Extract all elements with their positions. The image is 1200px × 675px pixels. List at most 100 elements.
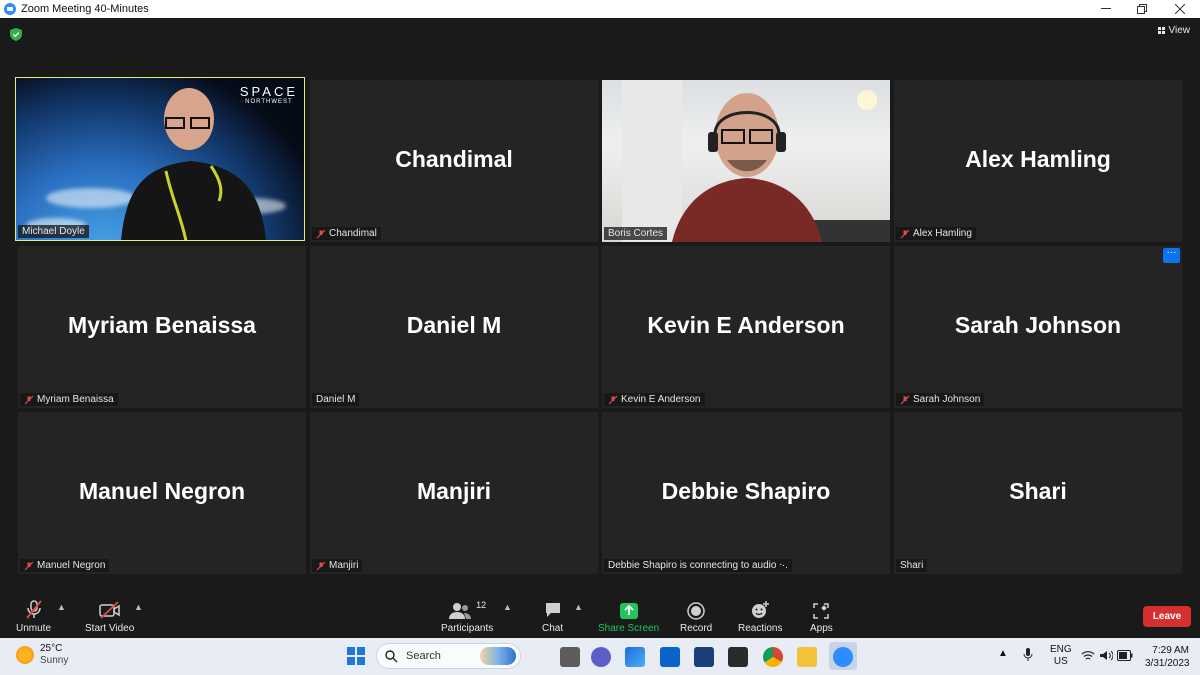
participant-name-label: Chandimal: [312, 227, 381, 240]
teams-icon[interactable]: [591, 647, 611, 667]
share-screen-icon: [619, 598, 639, 620]
participant-name-label: Shari: [896, 559, 928, 572]
muted-mic-icon: [608, 395, 618, 404]
participants-button[interactable]: 12 Participants: [441, 598, 493, 634]
participant-status-label: Debbie Shapiro is connecting to audio ᐧ·…: [604, 559, 792, 572]
todo-icon[interactable]: [625, 647, 645, 667]
weather-widget[interactable]: 25°C Sunny: [16, 643, 68, 667]
participant-name-label: Alex Hamling: [896, 227, 976, 240]
search-icon: [385, 649, 398, 662]
record-icon: [687, 598, 705, 620]
task-view-icon[interactable]: [560, 647, 580, 667]
battery-icon[interactable]: [1117, 650, 1133, 661]
wifi-icon[interactable]: [1081, 650, 1095, 661]
restore-icon[interactable]: [1124, 0, 1160, 18]
security-shield-icon[interactable]: [10, 28, 22, 41]
participant-name-display: Myriam Benaissa: [68, 312, 256, 338]
video-tile-manuel-negron[interactable]: Manuel Negron Manuel Negron: [18, 412, 306, 574]
participant-name-display: Alex Hamling: [965, 146, 1111, 172]
video-tile-michael-doyle[interactable]: SPACE NORTHWEST Michael Doyle: [15, 77, 305, 241]
chat-bubble-icon: [543, 598, 563, 620]
participant-name-display: Shari: [1009, 478, 1067, 504]
muted-mic-icon: [316, 229, 326, 238]
muted-mic-icon: [24, 395, 34, 404]
minimize-icon[interactable]: [1088, 0, 1124, 18]
video-tile-chandimal[interactable]: Chandimal Chandimal: [310, 80, 598, 242]
meeting-control-bar: Unmute ▲ Start Video ▲ 12 Participants ▲…: [0, 594, 1200, 638]
video-tile-debbie-shapiro[interactable]: Debbie Shapiro Debbie Shapiro is connect…: [602, 412, 890, 574]
video-tile-shari[interactable]: Shari Shari: [894, 412, 1182, 574]
participant-name-label: Boris Cortes: [604, 227, 668, 240]
windows-start-icon[interactable]: [347, 647, 365, 665]
participant-name-label: Daniel M: [312, 393, 360, 406]
taskbar-search[interactable]: Search: [376, 643, 521, 669]
participant-name-label: Michael Doyle: [18, 225, 89, 238]
participant-name-label: Manjiri: [312, 559, 363, 572]
participant-name-label: Kevin E Anderson: [604, 393, 705, 406]
muted-mic-icon: [24, 561, 34, 570]
zoom-meeting-window: Zoom Meeting 40-Minutes View SPACE NORTH…: [0, 0, 1200, 675]
muted-mic-icon: [900, 395, 910, 404]
video-options-chevron-icon[interactable]: ▲: [134, 602, 143, 612]
show-hidden-icons-chevron-icon[interactable]: ▲: [998, 648, 1008, 659]
chrome-icon[interactable]: [763, 647, 783, 667]
participant-video-figure: [121, 88, 266, 240]
chat-button[interactable]: Chat: [542, 598, 563, 634]
view-label: View: [1168, 25, 1191, 36]
terminal-icon[interactable]: [728, 647, 748, 667]
unmute-button[interactable]: Unmute: [16, 598, 51, 634]
sun-icon: [16, 646, 34, 664]
chat-options-chevron-icon[interactable]: ▲: [574, 602, 583, 612]
video-tile-alex-hamling[interactable]: Alex Hamling Alex Hamling: [894, 80, 1182, 242]
microphone-icon[interactable]: [1023, 648, 1033, 662]
record-button[interactable]: Record: [680, 598, 712, 634]
apps-icon: [812, 598, 830, 620]
input-language[interactable]: ENG US: [1050, 644, 1072, 668]
video-tile-manjiri[interactable]: Manjiri Manjiri: [310, 412, 598, 574]
outlook-icon[interactable]: [660, 647, 680, 667]
azure-data-studio-icon[interactable]: [694, 647, 714, 667]
video-tile-sarah-johnson[interactable]: ··· Sarah Johnson Sarah Johnson: [894, 246, 1182, 408]
zoom-taskbar-icon[interactable]: [833, 647, 853, 667]
participant-name-display: Chandimal: [395, 146, 513, 172]
weather-desc: Sunny: [40, 655, 69, 666]
weather-temp: 25°C: [40, 643, 63, 654]
participants-icon: [449, 603, 472, 619]
participant-name-display: Daniel M: [406, 312, 502, 338]
share-screen-button[interactable]: Share Screen: [598, 598, 659, 634]
search-label: Search: [406, 650, 441, 662]
video-tile-boris-cortes[interactable]: Boris Cortes: [602, 80, 890, 242]
participant-name-display: Sarah Johnson: [954, 312, 1122, 338]
clock[interactable]: 7:29 AM 3/31/2023: [1145, 644, 1190, 670]
clock-time: 7:29 AM: [1152, 645, 1189, 656]
video-tile-kevin-e-anderson[interactable]: Kevin E Anderson Kevin E Anderson: [602, 246, 890, 408]
more-options-button[interactable]: ···: [1163, 248, 1180, 263]
participant-name-label: Sarah Johnson: [896, 393, 985, 406]
video-tile-myriam-benaissa[interactable]: Myriam Benaissa Myriam Benaissa: [18, 246, 306, 408]
audio-options-chevron-icon[interactable]: ▲: [57, 602, 66, 612]
muted-mic-icon: [23, 598, 45, 620]
muted-mic-icon: [316, 561, 326, 570]
leave-button[interactable]: Leave: [1143, 606, 1191, 627]
reactions-button[interactable]: Reactions: [738, 598, 782, 634]
participant-name-display: Manuel Negron: [78, 478, 246, 504]
apps-button[interactable]: Apps: [810, 598, 833, 634]
smiley-plus-icon: [750, 598, 770, 620]
file-explorer-icon[interactable]: [797, 647, 817, 667]
clock-date: 3/31/2023: [1145, 658, 1190, 669]
volume-icon[interactable]: [1099, 650, 1113, 661]
participant-name-display: Manjiri: [416, 478, 492, 504]
zoom-logo-icon: [4, 3, 16, 15]
window-title: Zoom Meeting 40-Minutes: [21, 3, 149, 15]
video-tile-daniel-m[interactable]: Daniel M Daniel M: [310, 246, 598, 408]
start-video-button[interactable]: Start Video: [85, 598, 134, 634]
title-bar: Zoom Meeting 40-Minutes: [0, 0, 1200, 18]
participant-video-figure: [622, 80, 890, 242]
participant-name-label: Manuel Negron: [20, 559, 110, 572]
muted-mic-icon: [900, 229, 910, 238]
participants-options-chevron-icon[interactable]: ▲: [503, 602, 512, 612]
view-button[interactable]: View: [1157, 25, 1191, 36]
close-icon[interactable]: [1162, 0, 1198, 18]
search-highlight-icon: [480, 647, 516, 665]
participant-name-label: Myriam Benaissa: [20, 393, 118, 406]
